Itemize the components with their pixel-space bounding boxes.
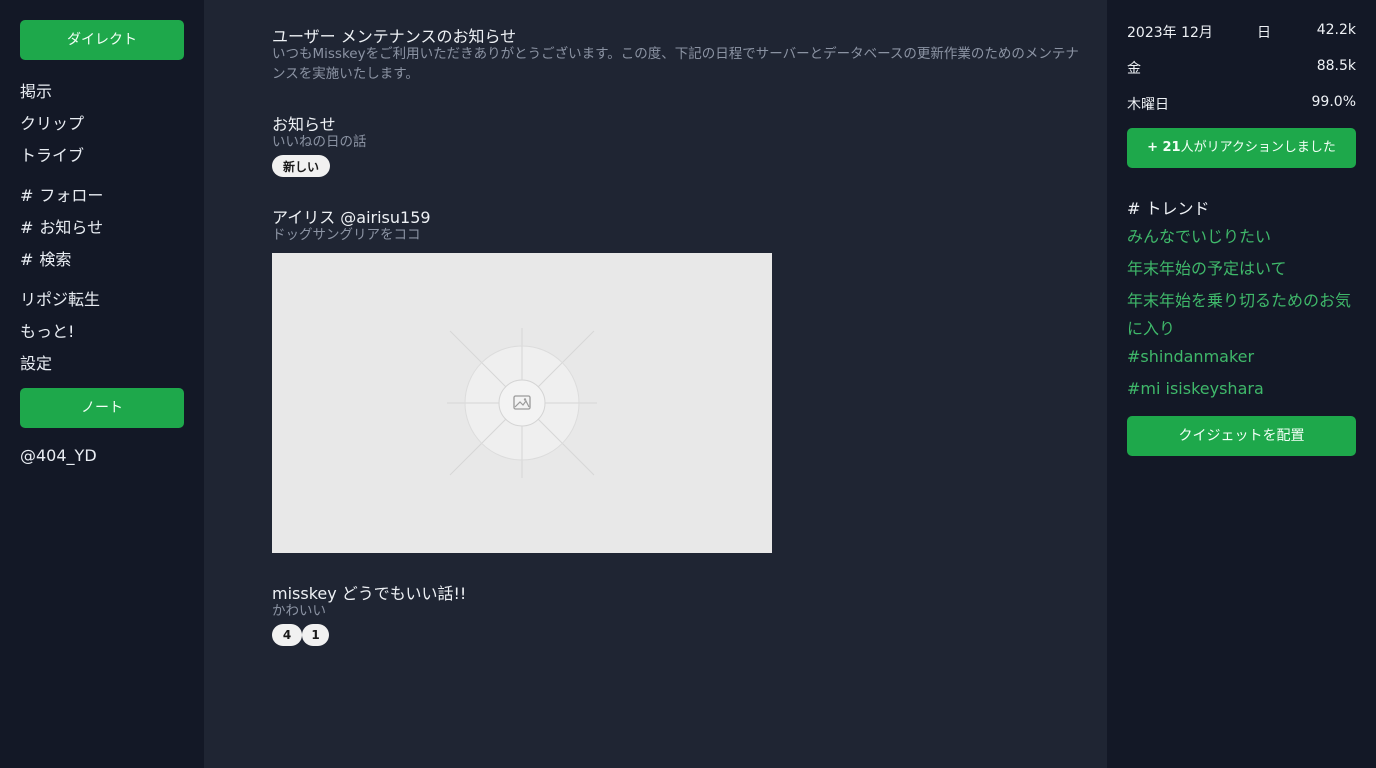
- trend-link[interactable]: #mi isiskeyshara: [1127, 375, 1357, 403]
- reaction-button[interactable]: + 21人がリアクションしました: [1127, 128, 1356, 168]
- sidebar-item-settings[interactable]: 設定: [20, 350, 52, 374]
- hash-icon: #: [20, 250, 34, 269]
- reaction-badge[interactable]: 1: [302, 624, 329, 646]
- post-body: いつもMisskeyをご利用いただきありがとうございます。この度、下記の日程でサ…: [272, 46, 1079, 82]
- calendar-date: 2023年 12月: [1127, 25, 1213, 41]
- stat-label: 金: [1127, 61, 1141, 77]
- sidebar-item-follow[interactable]: # フォロー: [20, 182, 103, 206]
- post-body: ドッグサングリアをココ: [272, 227, 421, 243]
- direct-button[interactable]: ダイレクト: [20, 20, 184, 60]
- post-body: かわいい: [272, 603, 326, 619]
- trend-link[interactable]: 年末年始の予定はいて: [1127, 255, 1357, 283]
- timeline: ユーザー メンテナンスのお知らせ いつもMisskeyをご利用いただきありがとう…: [204, 0, 1107, 768]
- sidebar-item-more[interactable]: もっと!: [20, 318, 74, 342]
- stat-value: 42.2k: [1316, 22, 1356, 38]
- post-body: いいねの日の話: [272, 134, 367, 150]
- hash-icon: #: [20, 218, 34, 237]
- place-widget-button[interactable]: クイジェットを配置: [1127, 416, 1356, 456]
- stat-label: 木曜日: [1127, 97, 1169, 113]
- reaction-button-label: + 21人がリアクションしました: [1147, 140, 1336, 155]
- sidebar-item-search[interactable]: # 検索: [20, 246, 71, 270]
- trend-header: # トレンド: [1127, 199, 1210, 218]
- sidebar-item-board[interactable]: 掲示: [20, 78, 52, 102]
- account-link[interactable]: @404_YD: [20, 446, 97, 465]
- stat-label: 日: [1257, 25, 1271, 41]
- sidebar-item-label: お知らせ: [39, 218, 104, 237]
- sidebar-item-label: フォロー: [39, 186, 104, 205]
- trend-link[interactable]: みんなでいじりたい: [1127, 223, 1357, 251]
- sidebar-item-repost[interactable]: リポジ転生: [20, 286, 100, 310]
- sidebar-item-label: 検索: [39, 250, 72, 269]
- sidebar: ダイレクト 掲示 クリップ トライブ # フォロー # お知らせ # 検索 リポジ転生…: [0, 0, 204, 768]
- post-image-placeholder[interactable]: [272, 253, 772, 553]
- app-window: ダイレクト 掲示 クリップ トライブ # フォロー # お知らせ # 検索 リポジ転生…: [0, 0, 1376, 768]
- hash-icon: #: [1127, 199, 1146, 218]
- stat-value: 99.0%: [1311, 94, 1356, 110]
- stat-value: 88.5k: [1316, 58, 1356, 74]
- image-icon: [447, 328, 597, 478]
- sidebar-item-tribe[interactable]: トライブ: [20, 142, 84, 166]
- trend-link[interactable]: 年末年始を乗り切るためのお気に入り: [1127, 287, 1357, 343]
- sidebar-item-clip[interactable]: クリップ: [20, 110, 84, 134]
- right-panel: 2023年 12月 日 42.2k 金 88.5k 木曜日 99.0% + 21…: [1107, 0, 1376, 768]
- new-badge[interactable]: 新しい: [272, 155, 330, 177]
- hash-icon: #: [20, 186, 34, 205]
- note-button[interactable]: ノート: [20, 388, 184, 428]
- sidebar-item-notifications[interactable]: # お知らせ: [20, 214, 103, 238]
- trend-link[interactable]: #shindanmaker: [1127, 343, 1357, 371]
- reaction-badge[interactable]: 4: [272, 624, 302, 646]
